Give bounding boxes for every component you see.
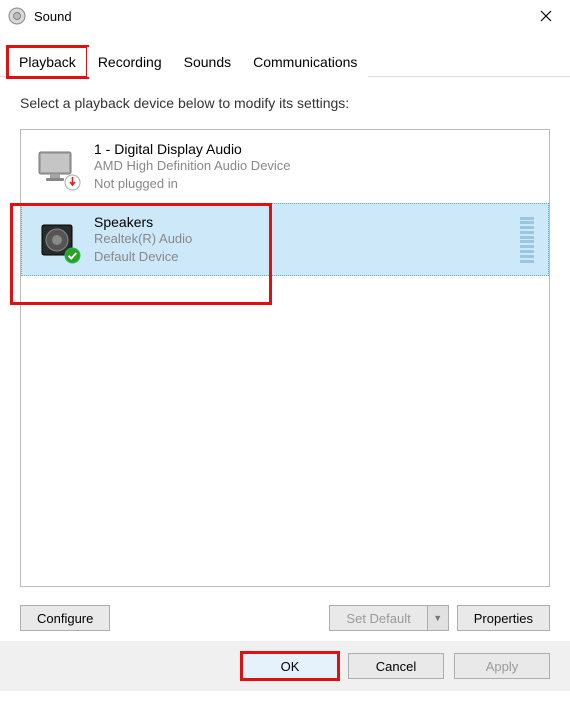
configure-button[interactable]: Configure xyxy=(20,605,110,631)
device-status: Not plugged in xyxy=(94,175,538,193)
device-status: Default Device xyxy=(94,248,520,266)
device-driver: Realtek(R) Audio xyxy=(94,230,520,248)
window-title: Sound xyxy=(34,9,526,24)
device-list: 1 - Digital Display Audio AMD High Defin… xyxy=(20,129,550,587)
cancel-button[interactable]: Cancel xyxy=(348,653,444,679)
set-default-split-button[interactable]: Set Default ▼ xyxy=(329,605,448,631)
device-item-digital-display[interactable]: 1 - Digital Display Audio AMD High Defin… xyxy=(21,130,549,203)
set-default-button[interactable]: Set Default xyxy=(329,605,427,631)
tab-playback[interactable]: Playback xyxy=(8,47,87,77)
level-meter xyxy=(520,217,534,263)
unplugged-badge-icon xyxy=(64,174,81,191)
close-button[interactable] xyxy=(526,1,566,31)
chevron-down-icon[interactable]: ▼ xyxy=(427,605,449,631)
titlebar: Sound xyxy=(0,0,570,32)
apply-button[interactable]: Apply xyxy=(454,653,550,679)
instruction-text: Select a playback device below to modify… xyxy=(20,95,550,111)
device-name: Speakers xyxy=(94,214,520,230)
dialog-footer: OK Cancel Apply xyxy=(0,641,570,691)
device-name: 1 - Digital Display Audio xyxy=(94,141,538,157)
lower-button-row: Configure Set Default ▼ Properties xyxy=(0,595,570,641)
device-item-speakers[interactable]: Speakers Realtek(R) Audio Default Device xyxy=(21,203,549,276)
default-check-badge-icon xyxy=(64,247,81,264)
ok-button[interactable]: OK xyxy=(242,653,338,679)
properties-button[interactable]: Properties xyxy=(457,605,550,631)
tab-strip: Playback Recording Sounds Communications xyxy=(0,46,570,77)
tab-recording[interactable]: Recording xyxy=(87,47,173,77)
sound-icon xyxy=(8,7,26,25)
monitor-icon xyxy=(36,146,78,188)
tab-communications[interactable]: Communications xyxy=(242,47,368,77)
device-driver: AMD High Definition Audio Device xyxy=(94,157,538,175)
tab-sounds[interactable]: Sounds xyxy=(173,47,242,77)
speaker-icon xyxy=(36,219,78,261)
